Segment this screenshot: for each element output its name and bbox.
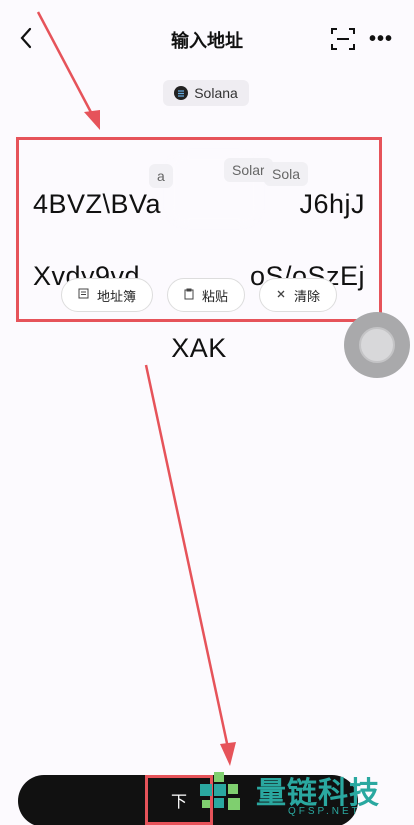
address-line1-start: 4BVZ\BVa [33, 189, 162, 219]
watermark-subtitle: QFSP.NET [288, 806, 361, 817]
chip-label: 粘贴 [201, 288, 228, 304]
annotation-arrowhead-top [84, 110, 100, 130]
address-actions: 地址簿 粘贴 清除 [19, 278, 379, 312]
paste-button[interactable]: 粘贴 [166, 278, 245, 312]
watermark-logo-icon [200, 772, 240, 810]
network-label: Solana [194, 85, 238, 101]
ghost-network-tag: a [149, 164, 173, 188]
scan-icon [331, 28, 355, 50]
assistive-touch-button[interactable] [344, 312, 410, 378]
assistive-touch-inner [359, 327, 395, 363]
annotation-arrow-bottom [144, 364, 230, 749]
address-input-area[interactable]: 4BVZ\BVa J6hjJ Xvdy9vd oS/oSzEj XAK a So… [16, 137, 382, 363]
address-line3: XAK [171, 333, 227, 363]
watermark: 量链科技 QFSP.NET [196, 762, 414, 825]
chip-label: 地址簿 [96, 288, 136, 304]
clear-icon [276, 289, 286, 302]
clear-button[interactable]: 清除 [259, 278, 338, 312]
chip-label: 清除 [294, 288, 321, 304]
paste-icon [184, 288, 194, 303]
next-button-label: 下 [170, 794, 187, 811]
address-book-icon [78, 288, 89, 302]
annotation-arrows [36, 11, 236, 766]
ghost-network-tag: Sola [264, 162, 309, 186]
more-button[interactable]: ••• [368, 26, 394, 52]
address-line1-end: J6hjJ [299, 189, 365, 219]
solana-icon [174, 86, 189, 100]
scan-button[interactable] [330, 26, 356, 52]
header: 输入地址 ••• [0, 0, 414, 80]
network-badge: Solana [163, 80, 249, 106]
address-book-button[interactable]: 地址簿 [60, 278, 153, 312]
